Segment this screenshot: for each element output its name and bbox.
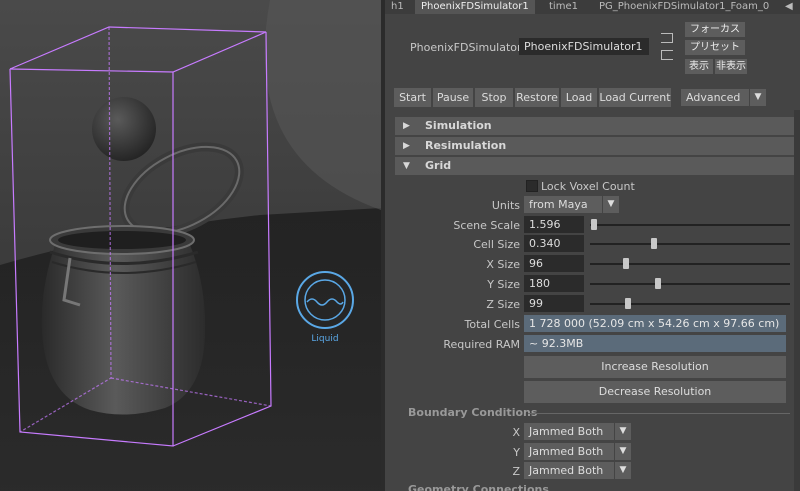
boundary-z-label: Z	[512, 465, 520, 478]
hide-button[interactable]: 非表示	[715, 59, 747, 74]
preset-icon[interactable]	[661, 50, 673, 60]
cell-size-handle[interactable]	[651, 238, 657, 249]
mode-chevron-down-icon[interactable]: ▼	[750, 89, 766, 106]
sphere-object	[92, 97, 156, 161]
load-button[interactable]: Load	[561, 88, 597, 107]
scene-scale-field[interactable]: 1.596	[524, 216, 584, 233]
stop-button[interactable]: Stop	[475, 88, 513, 107]
boundary-x-dropdown[interactable]: Jammed Both	[524, 423, 614, 440]
geometry-connections-title: Geometry Connections	[408, 483, 549, 491]
load-current-button[interactable]: Load Current	[599, 88, 671, 107]
restore-button[interactable]: Restore	[515, 88, 559, 107]
tab-bar: h1 PhoenixFDSimulator1 time1 PG_PhoenixF…	[385, 0, 800, 14]
lock-voxel-label: Lock Voxel Count	[541, 180, 635, 193]
units-dropdown[interactable]: from Maya	[524, 196, 602, 213]
boundary-z-dropdown[interactable]: Jammed Both	[524, 462, 614, 479]
viewport-3d[interactable]: Liquid	[0, 0, 381, 491]
x-size-label: X Size	[486, 258, 520, 271]
start-button[interactable]: Start	[394, 88, 431, 107]
total-cells-value: 1 728 000 (52.09 cm x 54.26 cm x 97.66 c…	[524, 315, 786, 332]
scene-scale-handle[interactable]	[591, 219, 597, 230]
collapsed-arrow-icon: ▶	[403, 141, 410, 151]
total-cells-label: Total Cells	[464, 318, 520, 331]
focus-button[interactable]: フォーカス	[685, 22, 745, 37]
scene-scale-label: Scene Scale	[453, 219, 520, 232]
scene-scale-track[interactable]	[590, 224, 790, 226]
tab-h1[interactable]: h1	[385, 0, 410, 14]
tab-time1[interactable]: time1	[543, 0, 584, 14]
section-title: Simulation	[425, 119, 492, 132]
node-type-label: PhoenixFDSimulator:	[410, 41, 526, 54]
section-grid[interactable]: ▼ Grid	[395, 157, 795, 175]
z-size-label: Z Size	[486, 298, 520, 311]
z-size-track[interactable]	[590, 303, 790, 305]
boundary-z-chevron-down-icon[interactable]: ▼	[615, 462, 631, 479]
jar-body	[41, 245, 206, 415]
section-title: Resimulation	[425, 139, 507, 152]
liquid-label: Liquid	[311, 334, 338, 344]
x-size-field[interactable]: 96	[524, 255, 584, 272]
section-title: Grid	[425, 159, 452, 172]
increase-resolution-button[interactable]: Increase Resolution	[524, 356, 786, 378]
x-size-track[interactable]	[590, 263, 790, 265]
y-size-handle[interactable]	[655, 278, 661, 289]
pause-button[interactable]: Pause	[433, 88, 473, 107]
boundary-y-dropdown[interactable]: Jammed Both	[524, 443, 614, 460]
cell-size-label: Cell Size	[473, 238, 520, 251]
x-size-handle[interactable]	[623, 258, 629, 269]
y-size-field[interactable]: 180	[524, 275, 584, 292]
y-size-label: Y Size	[487, 278, 520, 291]
lock-voxel-checkbox[interactable]	[526, 180, 538, 192]
section-resimulation[interactable]: ▶ Resimulation	[395, 137, 795, 155]
units-chevron-down-icon[interactable]: ▼	[603, 196, 619, 213]
required-ram-value: ~ 92.3MB	[524, 335, 786, 352]
attribute-editor: h1 PhoenixFDSimulator1 time1 PG_PhoenixF…	[385, 0, 800, 491]
boundary-y-chevron-down-icon[interactable]: ▼	[615, 443, 631, 460]
node-name-field[interactable]: PhoenixFDSimulator1	[519, 38, 649, 55]
units-label: Units	[491, 199, 520, 212]
cell-size-field[interactable]: 0.340	[524, 235, 584, 252]
preset-button[interactable]: プリセット	[685, 40, 745, 55]
panel-scrollbar[interactable]	[794, 110, 800, 491]
section-simulation[interactable]: ▶ Simulation	[395, 117, 795, 135]
boundary-x-chevron-down-icon[interactable]: ▼	[615, 423, 631, 440]
tab-phoenix-simulator[interactable]: PhoenixFDSimulator1	[415, 0, 535, 14]
focus-icon[interactable]	[661, 33, 673, 43]
boundary-conditions-title: Boundary Conditions	[408, 406, 538, 419]
show-button[interactable]: 表示	[685, 59, 713, 74]
z-size-handle[interactable]	[625, 298, 631, 309]
expanded-arrow-icon: ▼	[403, 161, 410, 171]
y-size-track[interactable]	[590, 283, 790, 285]
decrease-resolution-button[interactable]: Decrease Resolution	[524, 381, 786, 403]
boundary-y-label: Y	[513, 446, 520, 459]
boundary-x-label: X	[512, 426, 520, 439]
collapsed-arrow-icon: ▶	[403, 121, 410, 131]
required-ram-label: Required RAM	[443, 338, 520, 351]
mode-dropdown[interactable]: Advanced	[681, 89, 749, 106]
viewport-scene: Liquid	[0, 0, 381, 491]
tab-scroll-left-icon[interactable]: ◀	[781, 0, 797, 14]
tab-foam[interactable]: PG_PhoenixFDSimulator1_Foam_0	[593, 0, 775, 14]
cell-size-track[interactable]	[590, 243, 790, 245]
boundary-divider	[528, 413, 790, 414]
z-size-field[interactable]: 99	[524, 295, 584, 312]
